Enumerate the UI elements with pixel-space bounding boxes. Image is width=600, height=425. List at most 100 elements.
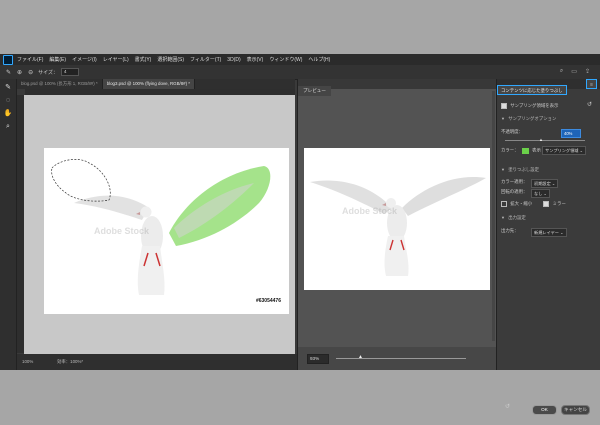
tab-blog[interactable]: blog.psd @ 100% (長方形 1, RGB/8#) *	[17, 79, 103, 89]
menu-bar: ファイル(F) 編集(E) イメージ(I) レイヤー(L) 書式(Y) 選択範囲…	[0, 54, 600, 65]
output-to-row: 出力先： 新規レイヤー ⌄	[501, 228, 600, 237]
show-sampling-checkbox[interactable]	[501, 103, 507, 109]
rotation-value: なし	[534, 191, 543, 196]
panel-header: コンテンツに応じた塗りつぶし ≡	[497, 79, 600, 95]
zoom-icon[interactable]: ⌕	[0, 122, 16, 131]
photoshop-logo-icon	[3, 54, 13, 65]
menu-window[interactable]: ウィンドウ(W)	[269, 56, 302, 63]
output-to-value: 新規レイヤー	[534, 230, 559, 235]
reset-all-icon[interactable]: ↺	[505, 403, 510, 410]
brush-tool-icon[interactable]: ✎	[6, 69, 11, 76]
menu-image[interactable]: イメージ(I)	[72, 56, 97, 63]
menu-3d[interactable]: 3D(D)	[227, 57, 240, 63]
workspace-icon[interactable]: ▭	[571, 68, 577, 75]
output-settings-label: 出力設定	[508, 215, 526, 220]
opacity-row: 不透明度： 40%	[501, 129, 600, 138]
preview-footer: 93% ▲	[298, 347, 497, 370]
reset-icon[interactable]: ↺	[587, 101, 592, 108]
output-to-label: 出力先：	[501, 228, 519, 233]
search-icon[interactable]: ⌕	[560, 68, 563, 75]
lasso-icon[interactable]: ◌	[0, 96, 16, 105]
document-canvas[interactable]: Adobe Stock #63054476	[44, 148, 289, 314]
hand-icon[interactable]: ✋	[0, 109, 16, 118]
status-zoom[interactable]: 100%	[22, 359, 33, 364]
output-to-select[interactable]: 新規レイヤー ⌄	[531, 228, 567, 237]
menu-edit[interactable]: 編集(E)	[49, 56, 66, 63]
preview-dove-image	[310, 177, 486, 276]
brush-add-icon[interactable]: ⊕	[17, 69, 22, 76]
color-adapt-row: カラー適用： 初期設定 ⌄	[501, 179, 600, 188]
scale-checkbox[interactable]	[501, 201, 507, 207]
fill-settings-label: 塗りつぶし設定	[508, 167, 539, 172]
preview-scrollbar[interactable]	[492, 91, 495, 341]
status-efficiency: 効率：100%*	[57, 359, 84, 364]
show-sampling-label: サンプリング領域を表示	[510, 103, 559, 109]
size-label: サイズ：	[38, 69, 58, 76]
panel-title[interactable]: コンテンツに応じた塗りつぶし	[497, 85, 567, 95]
preview-image[interactable]: Adobe Stock	[304, 148, 490, 290]
menu-type[interactable]: 書式(Y)	[135, 56, 152, 63]
opacity-label: 不透明度：	[501, 129, 523, 134]
document-watermark: Adobe Stock	[94, 226, 150, 236]
brush-subtract-icon[interactable]: ⊖	[28, 69, 33, 76]
preview-tab: プレビュー	[298, 79, 497, 96]
color-swatch[interactable]	[521, 147, 529, 154]
image-id: #63054476	[255, 298, 281, 304]
opacity-slider-track[interactable]	[505, 140, 585, 141]
scale-mirror-row: 拡大・縮小 ミラー	[501, 201, 600, 207]
size-value: 4	[63, 69, 67, 74]
chevron-down-icon: ▼	[501, 215, 505, 220]
sampling-brush-icon[interactable]: ✎	[0, 83, 16, 92]
preview-title[interactable]: プレビュー	[298, 86, 331, 96]
rotation-label: 回転の適用：	[501, 189, 528, 194]
indicate-value: サンプリング領域	[545, 148, 579, 153]
menu-filter[interactable]: フィルター(T)	[190, 56, 221, 63]
sampling-options-section[interactable]: ▼ サンプリングオプション	[501, 116, 600, 122]
options-bar: ✎ ⊕ ⊖ サイズ： 4 ⌕ ▭ ⇪	[0, 65, 600, 80]
canvas-area[interactable]: Adobe Stock #63054476	[24, 95, 295, 354]
menu-file[interactable]: ファイル(F)	[17, 56, 43, 63]
fill-settings-section[interactable]: ▼ 塗りつぶし設定	[501, 167, 600, 173]
menu-help[interactable]: ヘルプ(H)	[308, 56, 330, 63]
preview-zoom-field[interactable]: 93%	[307, 354, 329, 364]
color-adapt-select[interactable]: 初期設定 ⌄	[531, 179, 559, 188]
scale-label: 拡大・縮小	[510, 201, 533, 207]
panel-menu-icon[interactable]: ≡	[586, 79, 597, 89]
mirror-checkbox[interactable]	[543, 201, 550, 207]
color-adapt-label: カラー適用：	[501, 179, 528, 184]
photoshop-window: ファイル(F) 編集(E) イメージ(I) レイヤー(L) 書式(Y) 選択範囲…	[0, 54, 600, 415]
chevron-down-icon: ▼	[501, 116, 505, 121]
menu-select[interactable]: 選択範囲(S)	[157, 56, 184, 63]
ruler-left	[17, 95, 24, 353]
cancel-button[interactable]: キャンセル	[561, 405, 590, 415]
dove-image	[51, 159, 271, 295]
mirror-label: ミラー	[552, 201, 566, 207]
rotation-row: 回転の適用： なし ⌄	[501, 189, 600, 198]
tab-blog3[interactable]: blog3.psd @ 100% (flying dove, RGB/8#) *	[102, 79, 195, 89]
document-tabs: blog.psd @ 100% (長方形 1, RGB/8#) * blog3.…	[17, 79, 295, 89]
status-bar: 100% 効率：100%*	[17, 354, 297, 370]
share-icon[interactable]: ⇪	[585, 68, 590, 75]
show-sampling-row[interactable]: サンプリング領域を表示	[501, 103, 600, 109]
color-row: カラー： 表示 サンプリング領域 ⌄	[501, 146, 600, 155]
size-field[interactable]: 4	[60, 68, 79, 76]
menu-view[interactable]: 表示(V)	[247, 56, 264, 63]
zoom-slider-thumb[interactable]: ▲	[358, 354, 363, 360]
indicate-select[interactable]: サンプリング領域 ⌄	[542, 146, 587, 155]
opacity-slider-thumb[interactable]: ▲	[539, 137, 543, 142]
content-aware-fill-panel: コンテンツに応じた塗りつぶし ≡ サンプリング領域を表示 ↺ ▼ サンプリングオ…	[496, 79, 600, 415]
zoom-slider-track[interactable]	[336, 358, 466, 359]
preview-panel: プレビュー Adobe Stock 93% ▲	[297, 79, 497, 370]
output-settings-section[interactable]: ▼ 出力設定	[501, 215, 600, 221]
tools-panel: ✎ ◌ ✋ ⌕	[0, 79, 17, 370]
sampling-options-label: サンプリングオプション	[508, 116, 557, 121]
color-label: カラー：	[501, 147, 519, 153]
preview-watermark: Adobe Stock	[342, 206, 398, 216]
menu-layer[interactable]: レイヤー(L)	[103, 56, 129, 63]
options-right-icons: ⌕ ▭ ⇪	[560, 68, 590, 75]
ok-button[interactable]: OK	[532, 405, 557, 415]
rotation-select[interactable]: なし ⌄	[531, 189, 551, 198]
color-adapt-value: 初期設定	[534, 181, 551, 186]
indicate-label: 表示	[532, 147, 541, 153]
opacity-field[interactable]: 40%	[561, 129, 581, 138]
